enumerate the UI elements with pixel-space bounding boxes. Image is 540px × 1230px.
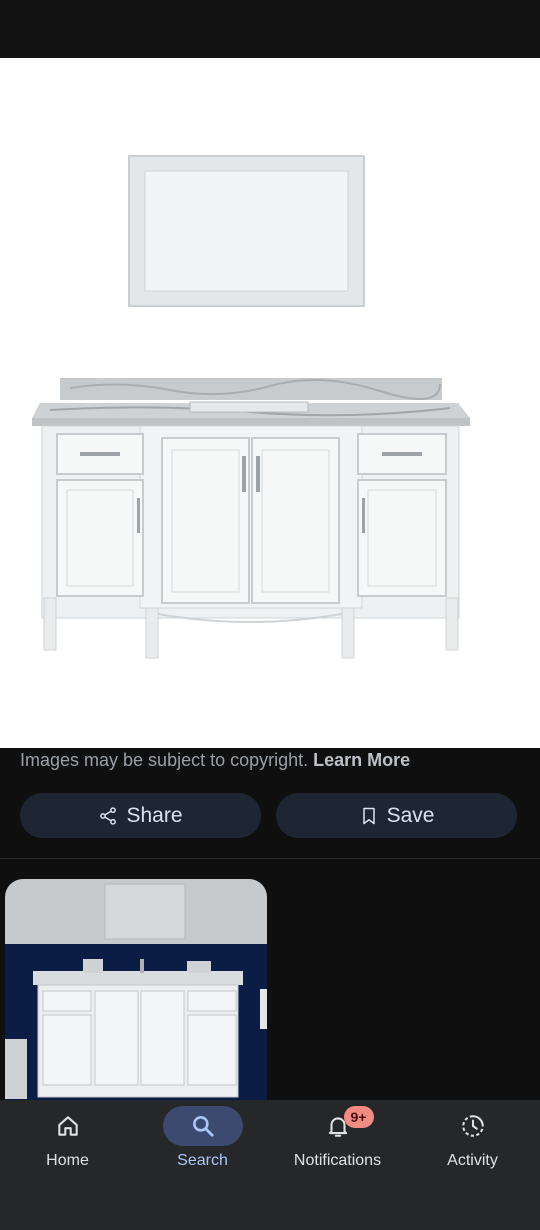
- nav-search-label: Search: [177, 1152, 228, 1169]
- main-image[interactable]: [0, 58, 540, 748]
- share-button[interactable]: Share: [20, 793, 261, 838]
- nav-home[interactable]: Home: [0, 1100, 135, 1200]
- activity-icon: [461, 1115, 484, 1137]
- bottom-navigation: Home Search 9+ Notifications Activity: [0, 1100, 540, 1230]
- bookmark-icon: [362, 807, 375, 824]
- search-icon: [192, 1116, 214, 1137]
- save-label: Save: [386, 803, 435, 827]
- share-icon: [100, 806, 117, 825]
- nav-activity-label: Activity: [447, 1152, 498, 1169]
- divider: [0, 858, 540, 859]
- save-button[interactable]: Save: [276, 793, 517, 838]
- vanity-illustration: [32, 155, 470, 659]
- status-bar: [0, 0, 540, 58]
- learn-more-link[interactable]: Learn More: [313, 750, 410, 770]
- copyright-text: Images may be subject to copyright.: [20, 750, 309, 770]
- related-image-thumbnail[interactable]: [5, 879, 267, 1109]
- copyright-notice: Images may be subject to copyright. Lear…: [20, 750, 410, 771]
- nav-notifications-label: Notifications: [293, 1152, 382, 1169]
- nav-notifications[interactable]: 9+ Notifications: [270, 1100, 405, 1200]
- nav-search[interactable]: Search: [135, 1100, 270, 1200]
- home-icon: [57, 1116, 78, 1136]
- nav-home-label: Home: [46, 1152, 89, 1169]
- notification-badge: 9+: [343, 1106, 374, 1128]
- vanity-photo: [5, 879, 267, 1109]
- nav-activity[interactable]: Activity: [405, 1100, 540, 1200]
- share-label: Share: [126, 803, 183, 827]
